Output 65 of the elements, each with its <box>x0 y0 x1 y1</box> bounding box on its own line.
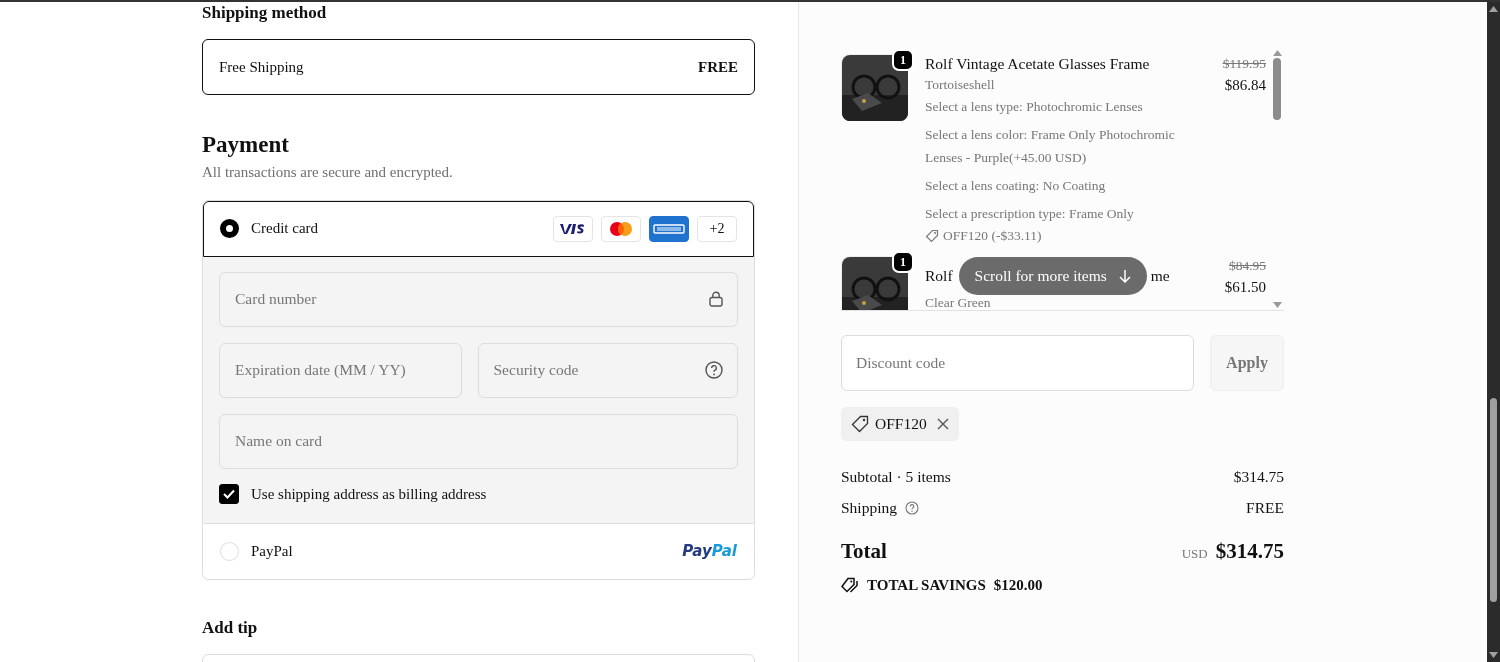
total-label: Total <box>841 538 887 565</box>
original-price: $84.95 <box>1227 257 1266 275</box>
scrollbar-thumb[interactable] <box>1490 398 1497 602</box>
scroll-hint-button[interactable]: Scroll for more items <box>958 257 1147 295</box>
variant-text: Tortoiseshell <box>925 76 996 94</box>
payment-option[interactable]: Credit card +2 <box>203 200 754 257</box>
input-field[interactable]: Expiration date (MM / YY) <box>219 342 462 398</box>
total-value: $314.75 <box>1215 539 1284 563</box>
original-price: $119.95 <box>1221 55 1266 73</box>
tags-icon <box>841 576 859 593</box>
paypal-logo: PayPal <box>682 540 737 562</box>
apply-button[interactable]: Apply <box>1210 335 1284 391</box>
section-heading: Add tip <box>202 618 259 639</box>
subtitle-text: All transactions are secure and encrypted. <box>202 163 454 182</box>
discount-tag: OFF120 <box>841 407 959 441</box>
radio-button[interactable] <box>220 219 239 238</box>
price-text: $61.50 <box>1223 278 1266 298</box>
arrow-down-icon <box>1118 269 1131 283</box>
check-icon <box>223 488 235 499</box>
savings-label: TOTAL SAVINGS <box>867 575 986 595</box>
quantity-badge: 1 <box>892 251 914 273</box>
section-heading: Shipping method <box>202 2 328 23</box>
arrow-down-icon[interactable] <box>1272 302 1282 308</box>
more-brands-count: +2 <box>697 215 737 242</box>
input-field[interactable]: Security code <box>491 343 705 397</box>
summary-label: Shipping <box>841 498 897 518</box>
overlapping-circles-icon <box>608 220 634 237</box>
section-heading: Payment <box>202 131 290 159</box>
input-field[interactable]: Security code <box>477 342 738 398</box>
arrow-up-icon[interactable] <box>1489 6 1498 12</box>
variant-text: Clear Green <box>925 294 992 310</box>
input-field[interactable]: Expiration date (MM / YY) <box>233 343 447 397</box>
savings-value: $120.00 <box>993 575 1043 595</box>
tag-icon <box>925 229 939 243</box>
summary-value: $314.75 <box>1233 467 1284 487</box>
close-icon <box>936 418 949 430</box>
currency-code: USD <box>1181 546 1208 561</box>
page-scrollbar[interactable] <box>1487 2 1500 662</box>
checkbox-label: Use shipping address as billing address <box>251 484 487 504</box>
shipping-option[interactable]: Free Shipping FREE <box>202 39 755 95</box>
option-text: Select a prescription type: Frame Only <box>925 205 1135 223</box>
quantity-badge: 1 <box>892 49 914 71</box>
option-label: PayPal <box>251 541 294 561</box>
arrow-up-icon[interactable] <box>1272 50 1282 56</box>
option-text: Select a lens coating: No Coating <box>925 177 1107 195</box>
product-title: Rolf Vintage Acetate Glasses Frame <box>925 54 1150 74</box>
help-icon <box>705 361 723 379</box>
arrow-down-icon[interactable] <box>1489 652 1498 658</box>
option-text: Select a lens color: Frame Only Photochromic Lenses - Purple(+45.00 USD) <box>925 126 1176 167</box>
summary-label: Subtotal · 5 items <box>841 467 951 487</box>
payment-option[interactable]: PayPal PayPal <box>203 523 754 579</box>
product-title: me <box>1150 266 1170 286</box>
option-label: Credit card <box>251 219 320 239</box>
price-text: $86.84 <box>1223 76 1266 96</box>
checkbox[interactable] <box>219 483 239 504</box>
lock-icon <box>709 291 723 307</box>
summary-value: FREE <box>1246 498 1284 518</box>
option-text: Select a lens type: Photochromic Lenses <box>925 98 1144 116</box>
discount-text: OFF120 (-$33.11) <box>943 227 1042 245</box>
card-icon <box>653 223 685 234</box>
remove-button[interactable] <box>936 418 949 430</box>
tag-icon <box>851 415 869 433</box>
product-title: Rolf <box>925 266 953 286</box>
scrollbar-thumb[interactable] <box>1273 58 1281 120</box>
billing-checkbox[interactable]: Use shipping address as billing address <box>219 482 738 505</box>
